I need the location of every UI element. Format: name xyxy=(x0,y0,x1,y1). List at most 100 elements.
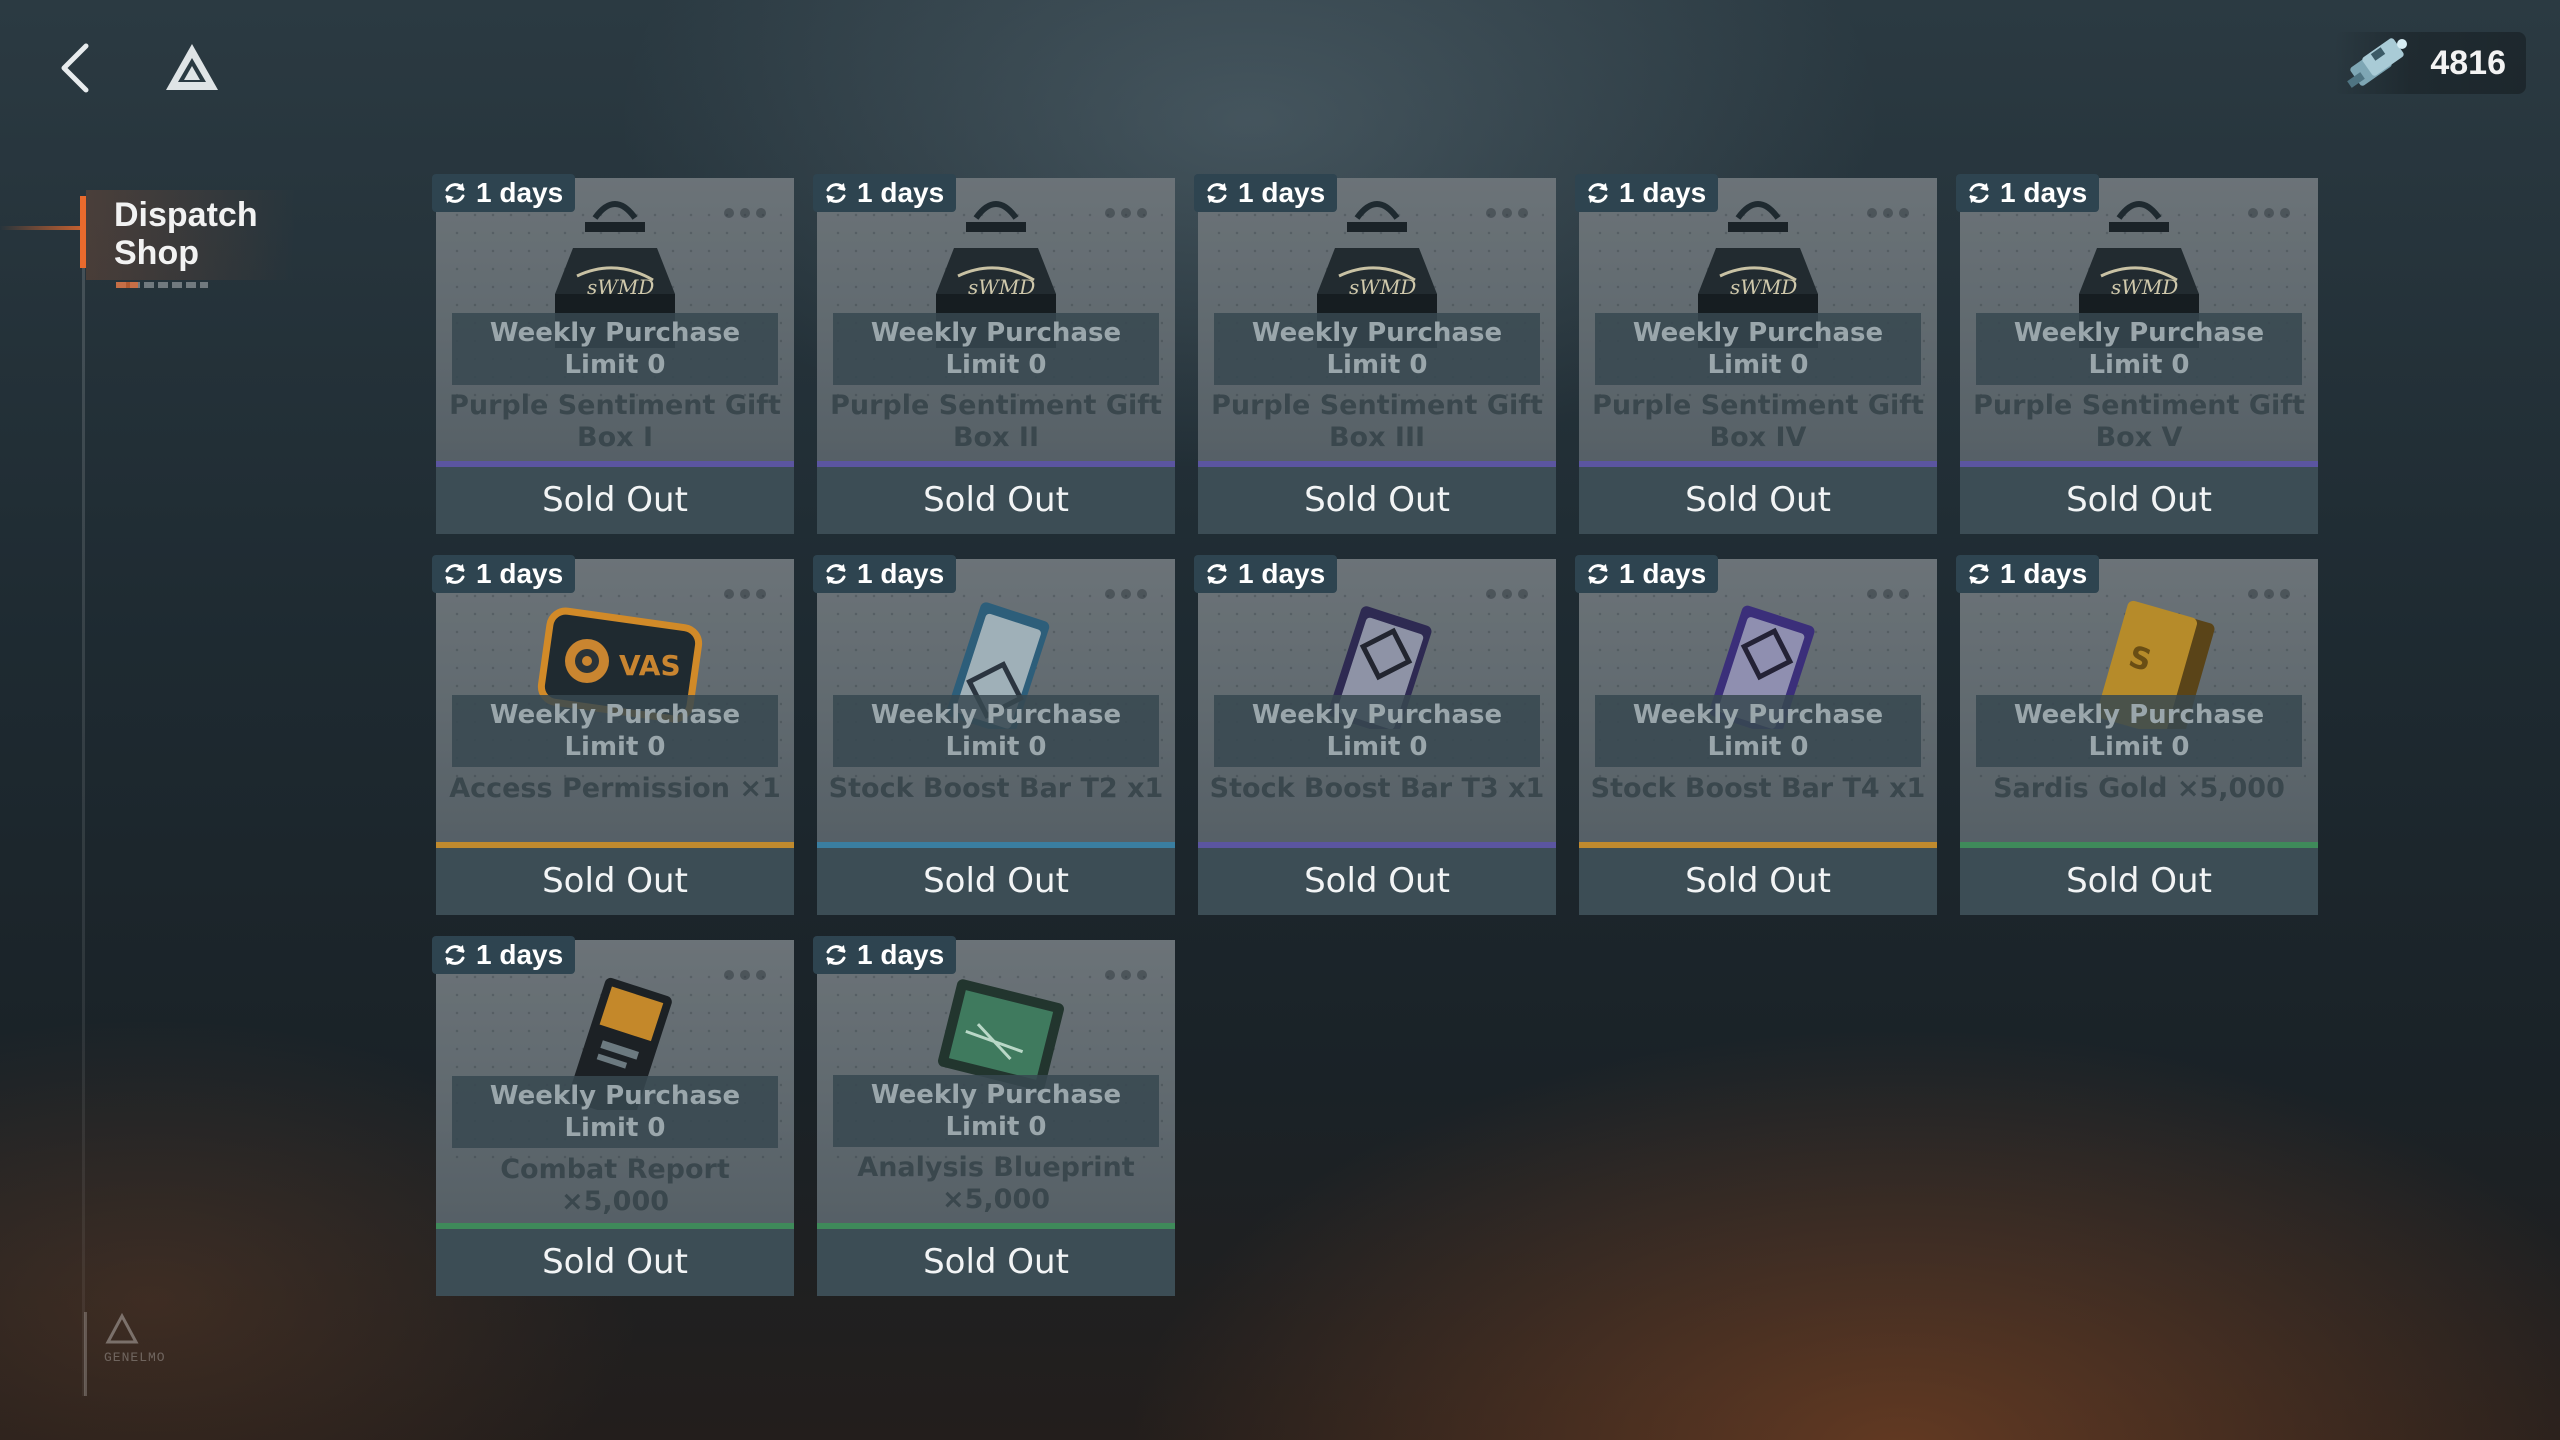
sidebar-item-dispatch-shop[interactable]: Dispatch Shop xyxy=(0,190,300,300)
refresh-timer-badge: 1 days xyxy=(1575,174,1719,212)
purchase-limit-line-2: Limit 0 xyxy=(945,732,1047,762)
purchase-limit-line-2: Limit 0 xyxy=(564,1113,666,1143)
back-button[interactable] xyxy=(50,40,100,96)
refresh-timer-badge: 1 days xyxy=(813,174,957,212)
purchase-limit-line-2: Limit 0 xyxy=(1326,350,1428,380)
purchase-limit-line-2: Limit 0 xyxy=(564,732,666,762)
shop-item-card[interactable]: sWMD Weekly Purchase Limit 0 Purple Sent… xyxy=(1194,174,1556,534)
shop-item-card[interactable]: sWMD Weekly Purchase Limit 0 Purple Sent… xyxy=(813,174,1175,534)
shop-grid: sWMD Weekly Purchase Limit 0 Purple Sent… xyxy=(432,174,2322,1298)
item-face: Weekly Purchase Limit 0 Stock Boost Bar … xyxy=(817,559,1175,847)
item-dots-decoration xyxy=(1105,208,1149,218)
item-dots-decoration xyxy=(1867,589,1911,599)
purchase-limit-label: Weekly Purchase Limit 0 xyxy=(452,313,778,385)
refresh-timer-text: 1 days xyxy=(2000,177,2088,208)
refresh-timer-badge: 1 days xyxy=(1956,555,2100,593)
refresh-timer-text: 1 days xyxy=(857,177,945,208)
rarity-stripe xyxy=(1198,842,1556,848)
emblem-bar xyxy=(84,1312,87,1396)
purchase-limit-line-1: Weekly Purchase xyxy=(489,318,741,348)
item-name: Sardis Gold ×5,000 xyxy=(1993,773,2285,804)
purchase-limit-line-2: Limit 0 xyxy=(1326,732,1428,762)
refresh-timer-text: 1 days xyxy=(1619,177,1707,208)
refresh-timer-badge: 1 days xyxy=(1194,555,1338,593)
shop-item-card[interactable]: Weekly Purchase Limit 0 Stock Boost Bar … xyxy=(1194,555,1556,915)
shop-item-card[interactable]: S Weekly Purchase Limit 0 Sardis Gold ×5… xyxy=(1956,555,2318,915)
item-face: VAS Weekly Purchase Limit 0 Access Permi… xyxy=(436,559,794,847)
sold-out-button[interactable]: Sold Out xyxy=(1960,848,2318,915)
purchase-limit-label: Weekly Purchase Limit 0 xyxy=(452,695,778,767)
sold-out-button[interactable]: Sold Out xyxy=(1579,467,1937,534)
shop-item-card[interactable]: VAS Weekly Purchase Limit 0 Access Permi… xyxy=(432,555,794,915)
shop-item-card[interactable]: sWMD Weekly Purchase Limit 0 Purple Sent… xyxy=(432,174,794,534)
sold-out-button[interactable]: Sold Out xyxy=(1960,467,2318,534)
purchase-limit-label: Weekly Purchase Limit 0 xyxy=(1214,695,1540,767)
shop-item-card[interactable]: Weekly Purchase Limit 0 Analysis Bluepri… xyxy=(813,936,1175,1296)
rarity-stripe xyxy=(1960,842,2318,848)
sidebar-divider xyxy=(82,196,85,1396)
shop-item-card[interactable]: Weekly Purchase Limit 0 Stock Boost Bar … xyxy=(813,555,1175,915)
item-dots-decoration xyxy=(2248,589,2292,599)
sold-out-button[interactable]: Sold Out xyxy=(1198,848,1556,915)
purchase-limit-label: Weekly Purchase Limit 0 xyxy=(1214,313,1540,385)
item-face: Weekly Purchase Limit 0 Combat Report ×5… xyxy=(436,940,794,1228)
emblem-text: GENELMO xyxy=(104,1350,166,1365)
item-face: Weekly Purchase Limit 0 Stock Boost Bar … xyxy=(1579,559,1937,847)
purchase-limit-label: Weekly Purchase Limit 0 xyxy=(1976,695,2302,767)
rarity-stripe xyxy=(436,461,794,467)
svg-text:sWMD: sWMD xyxy=(587,275,654,299)
purchase-limit-line-1: Weekly Purchase xyxy=(870,1080,1122,1110)
refresh-icon xyxy=(1969,564,1989,584)
sold-out-button[interactable]: Sold Out xyxy=(817,848,1175,915)
item-dots-decoration xyxy=(1486,589,1530,599)
purchase-limit-line-2: Limit 0 xyxy=(2088,732,2190,762)
sold-out-button[interactable]: Sold Out xyxy=(436,848,794,915)
purchase-limit-line-1: Weekly Purchase xyxy=(489,1081,741,1111)
item-dots-decoration xyxy=(1867,208,1911,218)
sold-out-button[interactable]: Sold Out xyxy=(436,467,794,534)
item-name: Purple Sentiment Gift Box IV xyxy=(1592,390,1924,453)
purchase-limit-line-1: Weekly Purchase xyxy=(2013,700,2265,730)
sold-out-button[interactable]: Sold Out xyxy=(817,1229,1175,1296)
refresh-icon xyxy=(826,945,846,965)
sidebar-active-marker xyxy=(80,196,86,268)
refresh-timer-text: 1 days xyxy=(857,558,945,589)
item-name: Analysis Blueprint ×5,000 xyxy=(857,1152,1135,1215)
item-dots-decoration xyxy=(1486,208,1530,218)
item-face: sWMD Weekly Purchase Limit 0 Purple Sent… xyxy=(1960,178,2318,466)
purchase-limit-label: Weekly Purchase Limit 0 xyxy=(833,313,1159,385)
item-name: Stock Boost Bar T2 x1 xyxy=(828,773,1164,804)
item-face: sWMD Weekly Purchase Limit 0 Purple Sent… xyxy=(436,178,794,466)
refresh-timer-badge: 1 days xyxy=(1956,174,2100,212)
rarity-stripe xyxy=(1579,842,1937,848)
refresh-icon xyxy=(826,564,846,584)
refresh-timer-badge: 1 days xyxy=(432,555,576,593)
purchase-limit-line-1: Weekly Purchase xyxy=(489,700,741,730)
item-name: Access Permission ×1 xyxy=(449,773,781,804)
shop-item-card[interactable]: Weekly Purchase Limit 0 Stock Boost Bar … xyxy=(1575,555,1937,915)
shop-item-card[interactable]: Weekly Purchase Limit 0 Combat Report ×5… xyxy=(432,936,794,1296)
purchase-limit-line-2: Limit 0 xyxy=(945,350,1047,380)
refresh-timer-badge: 1 days xyxy=(432,936,576,974)
emblem-logo-icon xyxy=(105,1312,139,1344)
svg-text:sWMD: sWMD xyxy=(2111,275,2178,299)
sold-out-button[interactable]: Sold Out xyxy=(1579,848,1937,915)
refresh-icon xyxy=(1207,564,1227,584)
purchase-limit-line-1: Weekly Purchase xyxy=(2013,318,2265,348)
purchase-limit-label: Weekly Purchase Limit 0 xyxy=(1595,695,1921,767)
refresh-icon xyxy=(1969,183,1989,203)
item-dots-decoration xyxy=(1105,589,1149,599)
sold-out-button[interactable]: Sold Out xyxy=(817,467,1175,534)
purchase-limit-label: Weekly Purchase Limit 0 xyxy=(452,1076,778,1148)
refresh-timer-badge: 1 days xyxy=(432,174,576,212)
item-name: Purple Sentiment Gift Box V xyxy=(1973,390,2305,453)
shop-item-card[interactable]: sWMD Weekly Purchase Limit 0 Purple Sent… xyxy=(1575,174,1937,534)
refresh-timer-text: 1 days xyxy=(857,939,945,970)
sold-out-button[interactable]: Sold Out xyxy=(436,1229,794,1296)
refresh-icon xyxy=(445,564,465,584)
purchase-limit-line-1: Weekly Purchase xyxy=(1632,700,1884,730)
purchase-limit-line-2: Limit 0 xyxy=(1707,350,1809,380)
currency-amount: 4816 xyxy=(2430,43,2506,82)
sold-out-button[interactable]: Sold Out xyxy=(1198,467,1556,534)
shop-item-card[interactable]: sWMD Weekly Purchase Limit 0 Purple Sent… xyxy=(1956,174,2318,534)
